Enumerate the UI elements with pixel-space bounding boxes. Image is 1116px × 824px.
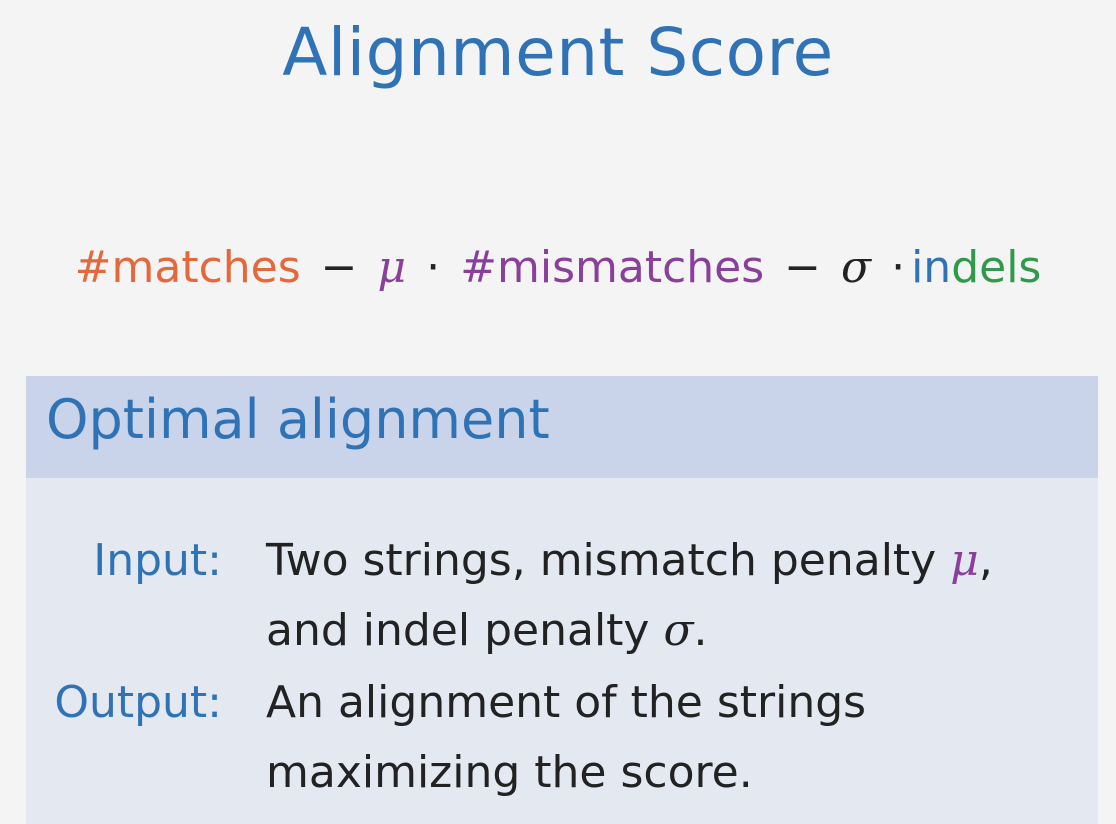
slide-title: Alignment Score <box>282 14 834 91</box>
input-text-part-3: and indel penalty <box>266 605 664 656</box>
formula-mu: μ <box>377 242 407 293</box>
alignment-score-formula: #matches − μ · #mismatches − σ · indels <box>0 242 1116 293</box>
formula-mismatches: #mismatches <box>460 242 765 293</box>
input-label: Input: <box>93 535 222 586</box>
input-text-part-1: Two strings, mismatch penalty <box>266 535 951 586</box>
formula-matches: #matches <box>74 242 301 293</box>
input-text-part-4: . <box>693 605 708 656</box>
output-line-1: An alignment of the strings <box>266 677 867 728</box>
formula-dot-1: · <box>426 242 441 293</box>
formula-indels-rest: dels <box>951 242 1042 293</box>
optimal-alignment-block: Optimal alignment Input: Two strings, mi… <box>26 376 1098 824</box>
formula-dot-2: · <box>891 242 906 293</box>
output-text: An alignment of the strings maximizing t… <box>266 668 1066 808</box>
block-title: Optimal alignment <box>46 388 550 451</box>
output-label: Output: <box>54 677 222 728</box>
output-row: Output: An alignment of the strings maxi… <box>26 668 1098 818</box>
input-sigma: σ <box>663 605 694 656</box>
input-text: Two strings, mismatch penalty μ, and ind… <box>266 526 1066 666</box>
input-line-1: Two strings, mismatch penalty μ, <box>266 526 1066 596</box>
input-text-part-2: , <box>978 535 993 586</box>
input-mu: μ <box>950 535 979 586</box>
formula-indels-in: in <box>911 242 952 293</box>
output-line-2: maximizing the score. <box>266 747 753 798</box>
block-header: Optimal alignment <box>26 376 1098 478</box>
formula-minus-1: − <box>320 242 358 293</box>
formula-minus-2: − <box>784 242 822 293</box>
input-row: Input: Two strings, mismatch penalty μ, … <box>26 526 1098 666</box>
input-line-2: and indel penalty σ. <box>266 596 1066 666</box>
formula-sigma: σ <box>841 242 872 293</box>
